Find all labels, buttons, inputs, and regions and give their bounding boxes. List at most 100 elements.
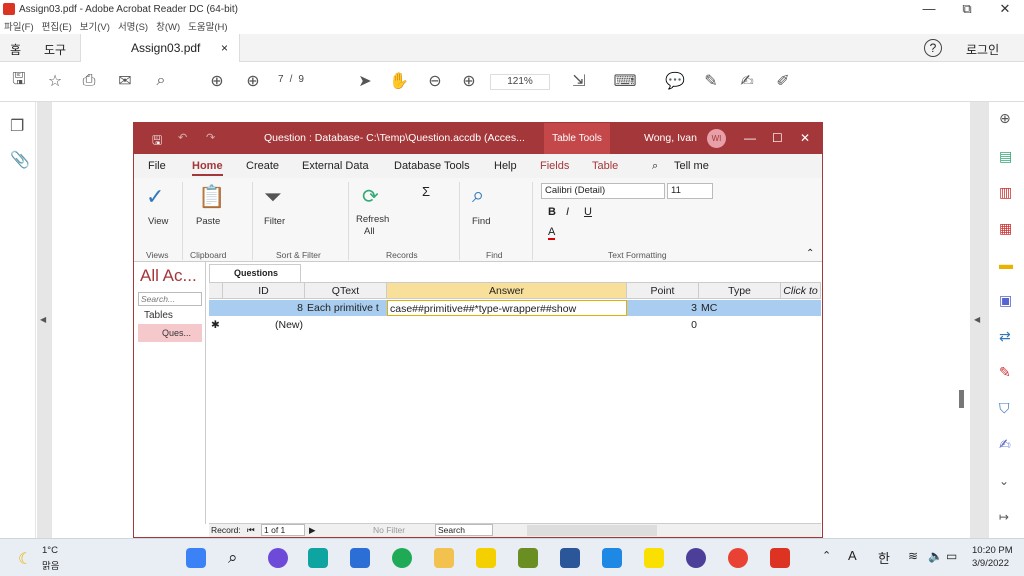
- col-answer[interactable]: Answer: [387, 283, 627, 299]
- user-name[interactable]: Wong, Ivan: [644, 132, 697, 144]
- keyboard-icon[interactable]: ⌨: [613, 70, 636, 92]
- ime-indicator[interactable]: 한: [878, 548, 890, 567]
- page-current[interactable]: 7: [278, 74, 284, 85]
- col-id[interactable]: ID: [223, 283, 305, 299]
- tab-create[interactable]: Create: [246, 160, 279, 172]
- create-pdf-icon[interactable]: ▦: [999, 220, 1012, 237]
- col-qtext[interactable]: QText: [305, 283, 387, 299]
- sticky-notes-icon[interactable]: [476, 548, 496, 568]
- cell-new-point[interactable]: 0: [627, 317, 699, 333]
- font-family-dropdown[interactable]: Calibri (Detail): [541, 183, 665, 199]
- access-save-icon[interactable]: 🖫: [152, 131, 162, 152]
- nav-tables-group[interactable]: Tables: [144, 310, 173, 321]
- minimize-button[interactable]: —: [912, 0, 946, 18]
- volume-icon[interactable]: 🔈: [928, 549, 943, 563]
- redact-icon[interactable]: ✎: [999, 364, 1011, 381]
- close-button[interactable]: ✕: [988, 0, 1022, 18]
- clock-date[interactable]: 3/9/2022: [972, 558, 1009, 569]
- organize-icon[interactable]: ▥: [999, 184, 1012, 201]
- next-page-icon[interactable]: ⊕: [242, 70, 264, 92]
- nav-header[interactable]: All Ac...: [140, 266, 197, 286]
- view-button[interactable]: View: [148, 216, 168, 227]
- next-record-icon[interactable]: ▶: [309, 525, 316, 536]
- font-size-dropdown[interactable]: 11: [667, 183, 713, 199]
- access-close-button[interactable]: ✕: [800, 131, 810, 145]
- app-icon-2[interactable]: [392, 548, 412, 568]
- font-color-icon[interactable]: A: [548, 226, 556, 240]
- underline-icon[interactable]: U: [584, 206, 592, 218]
- bookmark-star-icon[interactable]: ☆: [44, 70, 66, 92]
- tab-tools[interactable]: 도구: [44, 41, 66, 58]
- menu-sign[interactable]: 서명(S): [118, 19, 148, 33]
- menu-file[interactable]: 파일(F): [4, 19, 34, 33]
- tab-home[interactable]: Home: [192, 160, 223, 176]
- col-point[interactable]: Point: [627, 283, 699, 299]
- col-click-to-add[interactable]: Click to: [781, 283, 821, 299]
- clock-time[interactable]: 10:20 PM: [972, 545, 1013, 556]
- collapse-ribbon-icon[interactable]: ⌃: [806, 248, 814, 259]
- start-icon[interactable]: [186, 548, 206, 568]
- bold-icon[interactable]: B: [548, 206, 556, 218]
- maximize-button[interactable]: ⧉: [950, 0, 984, 18]
- tab-close-icon[interactable]: ×: [221, 41, 228, 55]
- filter-icon[interactable]: ⏷: [264, 184, 282, 210]
- word-icon[interactable]: [560, 548, 580, 568]
- search-taskbar-icon[interactable]: ⌕: [228, 548, 248, 568]
- zoom-in-icon[interactable]: ⊕: [458, 70, 480, 92]
- app-icon-3[interactable]: [518, 548, 538, 568]
- cell-answer[interactable]: case##primitive##*type-wrapper##show: [387, 300, 627, 316]
- email-icon[interactable]: ✉: [114, 70, 136, 92]
- horizontal-scrollbar[interactable]: [527, 525, 657, 536]
- tab-document[interactable]: Assign03.pdf ×: [80, 34, 240, 62]
- hand-tool-icon[interactable]: ✋: [388, 70, 410, 92]
- select-cursor-icon[interactable]: ➤: [354, 70, 376, 92]
- nav-search-input[interactable]: Search...: [138, 292, 202, 306]
- paste-button[interactable]: Paste: [196, 216, 220, 227]
- login-button[interactable]: 로그인: [966, 41, 999, 58]
- comment-icon[interactable]: 💬: [664, 70, 686, 92]
- protect-icon[interactable]: ⛉: [999, 400, 1010, 417]
- comment-side-icon[interactable]: ▬: [999, 256, 1013, 272]
- save-icon[interactable]: 🖫: [8, 70, 30, 92]
- tell-me-input[interactable]: Tell me: [674, 160, 709, 172]
- cell-point[interactable]: 3: [627, 300, 699, 316]
- row-selector-header[interactable]: [209, 283, 223, 299]
- tab-fields[interactable]: Fields: [540, 160, 569, 172]
- wifi-icon[interactable]: ≋: [908, 549, 918, 563]
- weather-desc[interactable]: 맑음: [42, 558, 59, 572]
- find-icon[interactable]: ⌕: [472, 182, 484, 208]
- zoom-dropdown[interactable]: 121%: [490, 74, 550, 90]
- help-icon[interactable]: ?: [924, 39, 942, 57]
- chat-icon[interactable]: [268, 548, 288, 568]
- scroll-left-icon[interactable]: ◀: [40, 315, 46, 324]
- no-filter-label[interactable]: No Filter: [373, 525, 405, 535]
- avatar[interactable]: WI: [707, 129, 726, 148]
- app-icon-1[interactable]: [308, 548, 328, 568]
- kakaotalk-icon[interactable]: [644, 548, 664, 568]
- tray-chevron-icon[interactable]: ⌃: [822, 549, 831, 562]
- nav-item-questions[interactable]: Ques...: [138, 324, 202, 342]
- fill-sign-side-icon[interactable]: ✍: [999, 436, 1011, 453]
- tab-help[interactable]: Help: [494, 160, 517, 172]
- battery-icon[interactable]: ▭: [946, 549, 957, 563]
- acrobat-taskbar-icon[interactable]: [770, 548, 790, 568]
- compare-icon[interactable]: ⇄: [999, 328, 1011, 345]
- folder-icon[interactable]: [434, 548, 454, 568]
- sum-icon[interactable]: Σ: [422, 184, 430, 199]
- zoom-out-icon[interactable]: ⊖: [424, 70, 446, 92]
- export-pdf-icon[interactable]: ▤: [999, 148, 1012, 165]
- expand-icon[interactable]: ⌄: [999, 474, 1009, 488]
- menu-window[interactable]: 창(W): [156, 19, 180, 33]
- collapse-rail-icon[interactable]: ↦: [999, 510, 1009, 524]
- fill-sign-icon[interactable]: ✐: [772, 70, 794, 92]
- undo-icon[interactable]: ↶: [178, 131, 187, 144]
- mail-icon[interactable]: [350, 548, 370, 568]
- refresh-icon[interactable]: ⟳: [362, 184, 379, 209]
- cell-type[interactable]: MC: [699, 300, 781, 316]
- tab-table[interactable]: Table: [592, 160, 618, 172]
- filter-button[interactable]: Filter: [264, 216, 285, 227]
- redo-icon[interactable]: ↷: [206, 131, 215, 144]
- attachment-icon[interactable]: 📎: [10, 150, 30, 170]
- record-position[interactable]: 1 of 1: [261, 524, 305, 536]
- paste-icon[interactable]: 📋: [198, 184, 225, 210]
